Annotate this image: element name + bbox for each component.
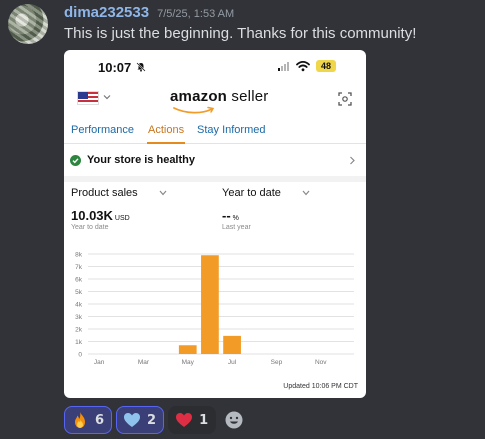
sales-unit: USD [114, 215, 130, 222]
fire-icon [75, 412, 85, 428]
battery-indicator: 48 [316, 60, 336, 72]
reaction-count: 6 [95, 412, 105, 428]
red-heart-icon [176, 413, 193, 427]
chevron-down-icon [159, 190, 167, 196]
amazon-seller-logo: amazon seller [170, 88, 269, 105]
change-unit: % [232, 215, 239, 222]
period-selector-label: Year to date [222, 187, 281, 199]
x-tick-label: May [182, 359, 195, 366]
x-tick-label: Sep [271, 359, 283, 366]
screenshot-attachment[interactable]: 10:07 48 amazon seller Performance Actio… [64, 50, 366, 398]
message-header: dima232533 7/5/25, 1:53 AM [64, 4, 234, 21]
x-tick-label: Jan [94, 359, 105, 366]
status-time: 10:07 [98, 60, 132, 75]
blue-heart-icon [124, 413, 141, 427]
y-tick-label: 4k [75, 302, 83, 309]
bar-jul [223, 335, 241, 354]
reaction-blue-heart[interactable]: 2 [116, 406, 165, 434]
cell-signal-icon [278, 62, 289, 71]
change-metric: --% Last year [222, 208, 251, 231]
y-tick-label: 2k [75, 327, 83, 334]
phone-status-bar: 10:07 48 [64, 50, 366, 84]
updated-timestamp: Updated 10:06 PM CDT [283, 383, 358, 390]
y-tick-label: 1k [75, 339, 83, 346]
tab-stay-informed[interactable]: Stay Informed [197, 124, 265, 144]
sales-value: 10.03K [71, 208, 113, 223]
metric-selector[interactable]: Product sales [71, 187, 167, 199]
y-tick-label: 7k [75, 264, 83, 271]
check-circle-icon [70, 155, 81, 166]
tab-performance[interactable]: Performance [71, 124, 134, 144]
store-health-text: Your store is healthy [87, 154, 195, 166]
muted-bell-icon [136, 62, 146, 72]
message-text: This is just the beginning. Thanks for t… [64, 25, 417, 42]
scan-icon[interactable] [338, 92, 352, 106]
change-value: -- [222, 208, 231, 223]
store-health-row[interactable]: Your store is healthy [70, 152, 360, 170]
reaction-fire[interactable]: 6 [64, 406, 113, 434]
tab-actions[interactable]: Actions [147, 124, 186, 144]
change-sub: Last year [222, 224, 251, 231]
add-reaction-button[interactable] [220, 406, 248, 434]
chevron-down-icon[interactable] [103, 93, 111, 101]
reaction-bar: 6 2 1 [64, 406, 248, 434]
user-avatar[interactable] [8, 4, 48, 44]
sales-sub: Year to date [71, 224, 109, 231]
reaction-red-heart[interactable]: 1 [168, 406, 217, 434]
x-tick-label: Mar [138, 359, 150, 366]
x-tick-label: Jul [228, 359, 237, 366]
y-tick-label: 0 [78, 352, 82, 359]
section-divider [64, 176, 366, 182]
message-timestamp: 7/5/25, 1:53 AM [157, 8, 235, 20]
us-flag-icon[interactable] [77, 91, 99, 105]
app-bar: amazon seller [64, 86, 366, 114]
sales-metric: 10.03K USD Year to date [71, 208, 130, 231]
amazon-smile-logo [173, 106, 215, 114]
wifi-icon [296, 60, 310, 72]
reaction-count: 2 [147, 412, 157, 428]
username[interactable]: dima232533 [64, 4, 149, 21]
y-tick-label: 3k [75, 314, 83, 321]
y-tick-label: 8k [75, 252, 83, 259]
y-tick-label: 5k [75, 289, 83, 296]
chevron-down-icon [302, 190, 310, 196]
period-selector[interactable]: Year to date [222, 187, 310, 199]
x-tick-label: Nov [315, 359, 327, 366]
y-tick-label: 6k [75, 277, 83, 284]
metric-selector-label: Product sales [71, 187, 138, 199]
tab-bar: Performance Actions Stay Informed [64, 118, 366, 144]
smiley-add-reaction-icon [225, 411, 243, 429]
chevron-right-icon [350, 156, 355, 165]
bar-may [178, 345, 197, 354]
reaction-count: 1 [199, 412, 209, 428]
bar-jun [201, 255, 219, 354]
sales-bar-chart: 0 1k 2k 3k 4k 5k 6k 7k 8k Jan Mar May Jul Sep Nov [75, 252, 354, 366]
